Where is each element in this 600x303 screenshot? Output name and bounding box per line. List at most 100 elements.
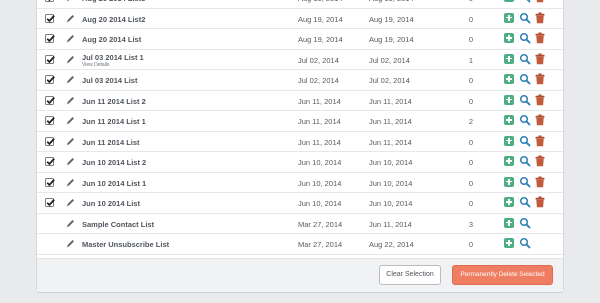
trash-icon[interactable] xyxy=(535,196,545,208)
modified-date: Jun 11, 2014 xyxy=(369,219,412,229)
contact-count: 0 xyxy=(468,158,473,167)
list-name-link[interactable]: Aug 20 2014 List3 xyxy=(82,0,145,3)
modified-date: Aug 19, 2014 xyxy=(369,35,414,44)
trash-icon[interactable] xyxy=(535,0,545,3)
clear-selection-button[interactable]: Clear Selection xyxy=(379,265,441,285)
row-checkbox[interactable] xyxy=(45,75,55,84)
pencil-icon[interactable] xyxy=(65,0,76,3)
magnifier-icon[interactable] xyxy=(519,196,531,208)
magnifier-icon[interactable] xyxy=(519,155,531,167)
pencil-icon[interactable] xyxy=(65,238,76,249)
magnifier-icon[interactable] xyxy=(519,114,531,126)
row-checkbox[interactable] xyxy=(45,54,55,64)
magnifier-icon[interactable] xyxy=(519,94,531,106)
plus-icon[interactable] xyxy=(504,0,514,2)
pencil-icon[interactable] xyxy=(65,115,76,126)
modified-date: Jun 11, 2014 xyxy=(369,137,412,147)
row-checkbox[interactable] xyxy=(45,116,55,125)
modified-date: Jul 02, 2014 xyxy=(369,76,410,85)
list-name-link[interactable]: Sample Contact List xyxy=(82,220,154,229)
magnifier-icon[interactable] xyxy=(519,32,531,44)
modified-date: Jun 10, 2014 xyxy=(369,199,413,208)
pencil-icon[interactable] xyxy=(65,95,76,106)
pencil-icon[interactable] xyxy=(65,197,76,208)
permanently-delete-selected-button[interactable]: Permanently Delete Selected xyxy=(452,265,553,285)
plus-icon[interactable] xyxy=(504,33,514,43)
plus-icon[interactable] xyxy=(504,94,514,105)
contact-count: 0 xyxy=(457,0,473,3)
pencil-icon[interactable] xyxy=(65,74,76,85)
table-row: Jun 11 2014 List Jun 11, 2014 Jun 11, 2014… xyxy=(37,132,563,152)
modified-date: Aug 19, 2014 xyxy=(369,0,414,3)
pencil-icon[interactable] xyxy=(65,136,76,147)
modified-date: Jun 10, 2014 xyxy=(369,158,413,167)
pencil-icon[interactable] xyxy=(65,156,76,167)
contact-count: 0 xyxy=(468,240,473,249)
trash-icon[interactable] xyxy=(535,12,545,24)
trash-icon[interactable] xyxy=(535,114,545,126)
table-row: Jun 10 2014 List 2 Jun 10, 2014 Jun 10, 20… xyxy=(37,152,563,173)
row-checkbox[interactable] xyxy=(45,34,55,43)
list-name-link[interactable]: Jul 03 2014 List xyxy=(82,76,137,85)
created-date: Jun 10, 2014 xyxy=(298,199,342,208)
trash-icon[interactable] xyxy=(535,94,545,106)
pencil-icon[interactable] xyxy=(65,13,76,24)
row-checkbox[interactable] xyxy=(45,13,55,23)
view-details-link[interactable]: View Details xyxy=(82,62,109,68)
magnifier-icon[interactable] xyxy=(519,237,531,249)
plus-icon[interactable] xyxy=(504,156,514,166)
plus-icon[interactable] xyxy=(504,176,514,187)
trash-icon[interactable] xyxy=(535,53,545,65)
magnifier-icon[interactable] xyxy=(519,217,531,229)
list-name-link[interactable]: Aug 20 2014 List2 xyxy=(82,15,145,24)
row-checkbox[interactable] xyxy=(45,157,55,166)
list-name-link[interactable]: Aug 20 2014 List xyxy=(82,35,141,44)
contact-lists-table: Aug 20 2014 List3 Aug 19, 2014 Aug 19, 201… xyxy=(37,0,563,255)
trash-icon[interactable] xyxy=(535,135,545,147)
plus-icon[interactable] xyxy=(504,115,514,125)
plus-icon[interactable] xyxy=(504,12,514,23)
magnifier-icon[interactable] xyxy=(519,73,531,85)
plus-icon[interactable] xyxy=(504,135,514,146)
magnifier-icon[interactable] xyxy=(519,0,531,3)
list-name-link[interactable]: Jun 10 2014 List 1 xyxy=(82,179,146,188)
table-row: Jun 11 2014 List 2 Jun 11, 2014 Jun 11, 20… xyxy=(37,91,563,111)
created-date: Jun 11, 2014 xyxy=(298,96,341,106)
trash-icon[interactable] xyxy=(535,73,545,85)
modified-date: Jun 10, 2014 xyxy=(369,178,413,188)
list-name-link[interactable]: Jun 11 2014 List 2 xyxy=(82,97,146,106)
list-name-link[interactable]: Jun 10 2014 List xyxy=(82,199,140,208)
trash-icon[interactable] xyxy=(535,176,545,188)
table-row: Master Unsubscribe List Mar 27, 2014 Aug 2… xyxy=(37,234,563,255)
list-name-link[interactable]: Master Unsubscribe List xyxy=(82,240,169,249)
table-row: Jul 03 2014 List Jul 02, 2014 Jul 02, 2014… xyxy=(37,70,563,91)
row-checkbox[interactable] xyxy=(45,0,54,2)
created-date: Aug 19, 2014 xyxy=(298,0,343,3)
plus-icon[interactable] xyxy=(504,238,514,248)
table-row: Sample Contact List Mar 27, 2014 Jun 11, 2… xyxy=(37,214,563,234)
created-date: Aug 19, 2014 xyxy=(298,14,343,24)
pencil-icon[interactable] xyxy=(65,177,76,188)
row-checkbox[interactable] xyxy=(45,136,55,146)
magnifier-icon[interactable] xyxy=(519,135,531,147)
created-date: Jul 02, 2014 xyxy=(298,55,339,65)
pencil-icon[interactable] xyxy=(65,33,76,44)
magnifier-icon[interactable] xyxy=(519,53,531,65)
row-checkbox[interactable] xyxy=(45,95,55,105)
plus-icon[interactable] xyxy=(504,217,514,228)
list-name-link[interactable]: Jul 03 2014 List 1 xyxy=(82,53,144,62)
pencil-icon[interactable] xyxy=(65,54,76,65)
plus-icon[interactable] xyxy=(504,74,514,84)
plus-icon[interactable] xyxy=(504,197,514,207)
list-name-link[interactable]: Jun 11 2014 List 1 xyxy=(82,117,146,126)
list-name-link[interactable]: Jun 10 2014 List 2 xyxy=(82,158,146,167)
row-checkbox[interactable] xyxy=(45,198,55,207)
pencil-icon[interactable] xyxy=(65,218,76,229)
trash-icon[interactable] xyxy=(535,32,545,44)
magnifier-icon[interactable] xyxy=(519,176,531,188)
list-name-link[interactable]: Jun 11 2014 List xyxy=(82,138,140,147)
row-checkbox[interactable] xyxy=(45,177,55,187)
magnifier-icon[interactable] xyxy=(519,12,531,24)
plus-icon[interactable] xyxy=(504,53,514,64)
trash-icon[interactable] xyxy=(535,155,545,167)
